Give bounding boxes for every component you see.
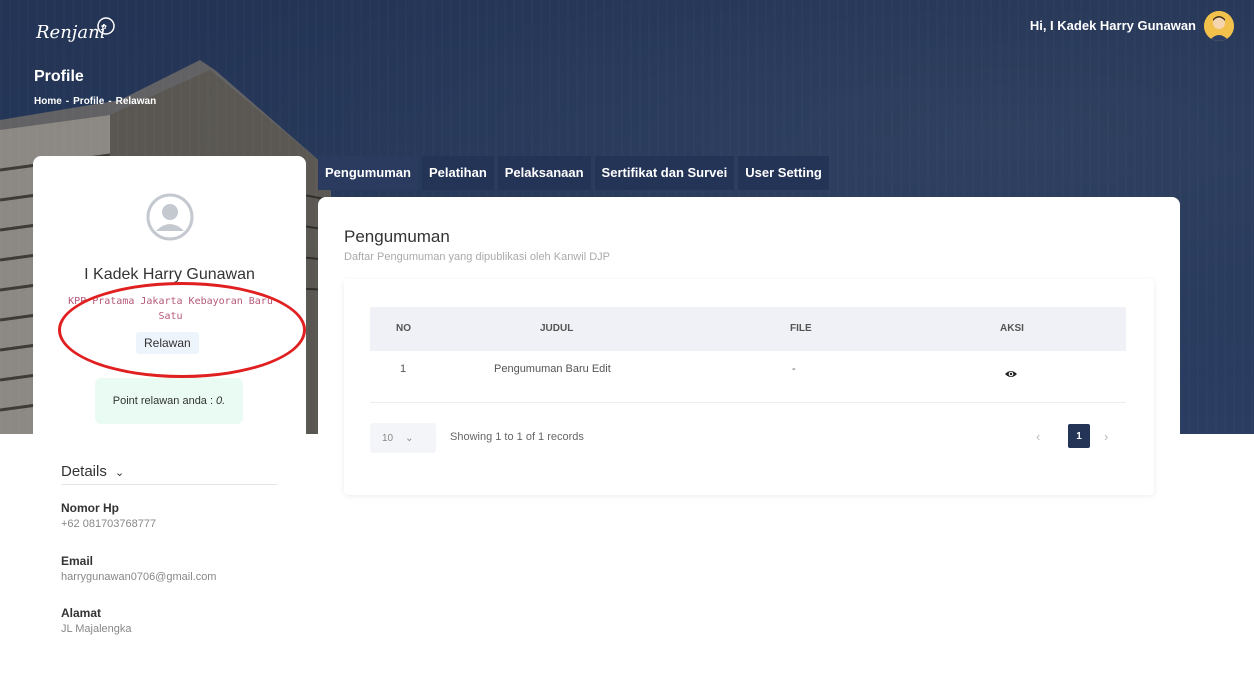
announcement-table-card: NO JUDUL FILE AKSI 1 Pengumuman Baru Edi… [344,279,1154,495]
cell-judul: Pengumuman Baru Edit [494,363,611,375]
breadcrumb: Home - Profile - Relawan [34,96,160,107]
breadcrumb-separator: - [108,96,112,107]
tab-pengumuman[interactable]: Pengumuman [318,156,418,190]
annotation-circle [58,282,306,378]
renjani-logo[interactable]: Renjani ✿ [34,12,124,52]
tab-pelatihan[interactable]: Pelatihan [421,156,494,190]
per-page-value: 10 [382,432,394,444]
point-value: 0. [216,395,226,407]
phone-label: Nomor Hp [61,501,119,515]
email-label: Email [61,554,94,568]
point-label: Point relawan anda : [112,395,214,407]
per-page-select[interactable]: 10 ⌄ [370,423,436,453]
table-row[interactable]: 1 Pengumuman Baru Edit - [370,351,1126,403]
column-aksi[interactable]: AKSI [1000,323,1024,334]
pagination-next[interactable]: › [1104,429,1108,444]
table-header: NO JUDUL FILE AKSI [370,307,1126,351]
email-value: harrygunawan0706@gmail.com [61,571,217,583]
breadcrumb-profile[interactable]: Profile [73,96,104,107]
chevron-down-icon: ⌄ [115,467,125,479]
svg-text:✿: ✿ [101,23,107,31]
breadcrumb-relawan: Relawan [115,96,157,107]
page-title: Profile [34,68,84,85]
point-box: Point relawan anda : 0. [95,378,243,424]
avatar-icon [1204,11,1234,41]
eye-icon[interactable] [1004,367,1018,381]
details-divider [61,484,277,485]
cell-no: 1 [400,363,407,375]
pagination-page-1[interactable]: 1 [1068,424,1090,448]
details-title: Details [61,463,107,480]
details-toggle[interactable]: Details ⌄ [61,463,124,480]
pagination-prev[interactable]: ‹ [1036,429,1040,444]
profile-card: I Kadek Harry Gunawan KPP Pratama Jakart… [33,156,306,676]
column-no[interactable]: NO [396,323,411,334]
column-judul[interactable]: JUDUL [540,323,573,334]
records-info: Showing 1 to 1 of 1 records [450,431,584,443]
user-placeholder-icon [146,193,194,241]
address-label: Alamat [61,606,102,620]
user-greeting[interactable]: Hi, I Kadek Harry Gunawan [1030,18,1196,33]
breadcrumb-home[interactable]: Home [34,96,62,107]
column-file[interactable]: FILE [790,323,812,334]
phone-value: +62 081703768777 [61,518,157,530]
section-subtitle: Daftar Pengumuman yang dipublikasi oleh … [344,251,610,263]
profile-tabs: Pengumuman Pelatihan Pelaksanaan Sertifi… [318,156,829,190]
user-avatar[interactable] [1204,11,1234,41]
tab-user-setting[interactable]: User Setting [738,156,829,190]
section-title: Pengumuman [344,227,450,246]
address-value: JL Majalengka [61,623,132,635]
tab-sertifikat-survei[interactable]: Sertifikat dan Survei [594,156,735,190]
tab-pelaksanaan[interactable]: Pelaksanaan [497,156,591,190]
main-panel: Pengumuman Daftar Pengumuman yang dipubl… [318,197,1180,506]
svg-text:Renjani: Renjani [35,22,105,43]
cell-file: - [792,363,796,375]
breadcrumb-separator: - [65,96,70,107]
chevron-down-icon: ⌄ [405,432,414,444]
